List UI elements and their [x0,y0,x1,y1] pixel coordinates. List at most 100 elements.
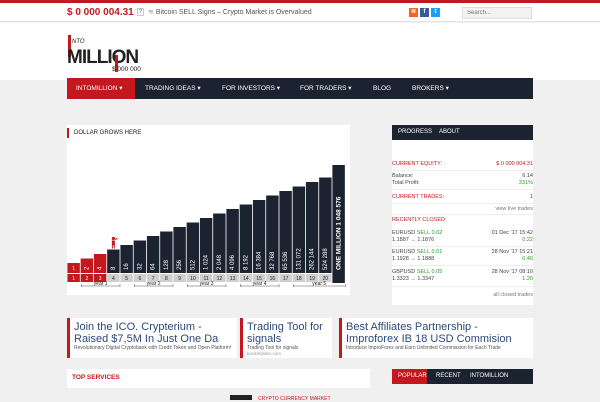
tab-intomillion[interactable]: INTOMILLION [470,369,508,384]
chart-index-label: 6 [138,276,141,282]
ad-improforex[interactable]: Best Affiliates Partnership - Improforex… [339,318,533,358]
popular-tabs: POPULAR RECENT INTOMILLION [392,369,533,384]
growth-chart: 112234485166327648128925610512111 024122… [67,165,346,287]
divider [392,170,533,171]
chart-index-label: 4 [112,276,115,282]
ticker-text: Bitcoin SELL Signs – Crypto Market is Ov… [155,9,312,16]
nav-item-blog[interactable]: BLOG [373,78,391,99]
logo-main-text: MILLION [67,47,138,68]
chart-index-label: 12 [217,276,223,282]
divider [392,214,533,215]
nav-item-for-investors[interactable]: FOR INVESTORS ▾ [222,78,280,99]
tab-progress[interactable]: PROGRESS [398,125,432,140]
chart-index-label: 1 [72,276,75,282]
chart-bar-label: 64 [151,263,157,270]
chart-index-label: 14 [243,276,249,282]
trade-row[interactable]: EURUSD SELL 0.02 01 Dec '17 15:42 [392,230,533,236]
ad-url: bookimpdex.com [247,351,282,356]
site-logo[interactable]: NTO MILLION $ 000 000 [67,33,157,73]
ad-desc: Introduce ImproForex and Earn Unlimited … [346,345,501,351]
help-badge[interactable]: ? [136,8,145,17]
chart-index-label: 18 [296,276,302,282]
equity-value: $ 0 000 004.31 [67,7,134,18]
trade-row-detail: 1.1887 → 1.1876 0.22 [392,237,533,243]
chart-final-label: ONE MILLION 1 048 576 [335,196,342,270]
chart-bar-label: 32 768 [270,251,276,270]
crypto-thumbnail[interactable] [230,395,252,400]
chart-bar-label: 131 072 [296,248,302,270]
tab-about[interactable]: ABOUT [439,125,460,140]
person-icon [111,236,115,241]
year-label: year 3 [200,281,214,287]
chart-bar-label: 32 [137,263,143,270]
divider [392,203,533,204]
rss-icon[interactable]: ≋ [409,8,418,17]
logo-sub-text: $ 000 000 [112,66,141,73]
trade-row-detail: 1.1928 → 1.1888 0.40 [392,256,533,262]
balance-row: Balance: 6.14 [392,173,533,179]
person-leg [113,245,115,249]
person-arm [114,237,118,241]
chart-bar-label: 1 024 [204,254,210,270]
tab-recent[interactable]: RECENT [436,369,461,384]
year-label: year 1 [94,281,108,287]
chart-index-label: 9 [178,276,181,282]
nav-item-for-traders[interactable]: FOR TRADERS ▾ [300,78,352,99]
trade-row-detail: 1.3323 → 1.3347 1.20 [392,276,533,282]
current-trades-row: CURRENT TRADES: 1 [392,194,533,200]
sidebar-tabs: PROGRESS ABOUT [392,125,533,140]
trade-row[interactable]: EURUSD SELL 0.01 28 Nov '17 15:21 [392,249,533,255]
person-body [111,240,115,246]
ad-title: Best Affiliates Partnership - Improforex… [346,321,512,345]
chart-index-label: 16 [270,276,276,282]
year-label: year 5 [312,281,326,287]
main-content: DOLLAR GROWS HERE 1 1 2 2 3 4 4 8 5 16 6 32 7 64 8 128 9… [67,125,350,295]
chart-index-label: 5 [125,276,128,282]
chart-bar-label: 524 288 [323,248,329,270]
current-equity-row: CURRENT EQUITY: $ 0 000 004.31 [392,161,533,167]
ad-title: Join the ICO. Crypterium - Raised $7,5M … [74,321,219,345]
person-leg [111,245,113,249]
chart-index-label: 10 [190,276,196,282]
chart-index-label: 2 [85,276,88,282]
facebook-icon[interactable]: f [420,8,429,17]
chart-bar-label: 4 096 [230,254,236,270]
nav-item-trading-ideas[interactable]: TRADING IDEAS ▾ [145,78,201,99]
chart-index-label: 17 [283,276,289,282]
chart-bar-label: 512 [190,259,196,270]
rss-small-icon: ≋ [148,9,154,16]
trade-row[interactable]: GBPUSD SELL 0.05 28 Nov '17 08:10 [392,269,533,275]
top-bar: $ 0 000 004.31? ≋ Bitcoin SELL Signs – Cr… [0,0,600,22]
search-input[interactable] [462,7,532,19]
news-ticker[interactable]: ≋ Bitcoin SELL Signs – Crypto Market is O… [148,8,314,16]
chart-bar-label: 2 048 [217,254,223,270]
tab-popular[interactable]: POPULAR [392,369,427,384]
ad-title: Trading Tool for signals [247,321,323,345]
top-services-heading: TOP SERVICES [67,369,370,389]
divider [392,246,533,247]
nav-item-brokers[interactable]: BROKERS ▾ [412,78,449,99]
logo-top-text: NTO [72,39,85,45]
progress-sidebar: PROGRESS ABOUT CURRENT EQUITY: $ 0 000 00… [392,125,533,305]
chart-bar-label: 8 192 [243,254,249,270]
equity-display: $ 0 000 004.31? [67,7,145,18]
year-label: year 2 [147,281,161,287]
chart-index-label: 13 [230,276,236,282]
chart-bar-label: 128 [164,259,170,270]
divider [392,189,533,190]
crypto-link[interactable]: CRYPTO CURRENCY MARKET [258,396,331,402]
divider [392,286,533,287]
ad-crypterium[interactable]: Join the ICO. Crypterium - Raised $7,5M … [67,318,237,358]
chart-index-label: 8 [165,276,168,282]
profit-row: Total Profit: 331% [392,180,533,186]
chart-bar-label: 16 384 [257,251,263,270]
year-label: year 4 [253,281,267,287]
ad-trading-tool[interactable]: Trading Tool for signals Trading Tool fo… [240,318,332,358]
nav-item-intomillion[interactable]: INTOMILLION ▾ [67,78,135,99]
recently-closed-heading: RECENTLY CLOSED: [392,217,447,223]
divider [392,265,533,266]
main-nav: INTOMILLION ▾ TRADING IDEAS ▾ FOR INVEST… [67,78,533,99]
twitter-icon[interactable]: t [431,8,440,17]
chart-bar-label: 1 [72,266,75,272]
chart-bar-label: 65 536 [283,251,289,270]
